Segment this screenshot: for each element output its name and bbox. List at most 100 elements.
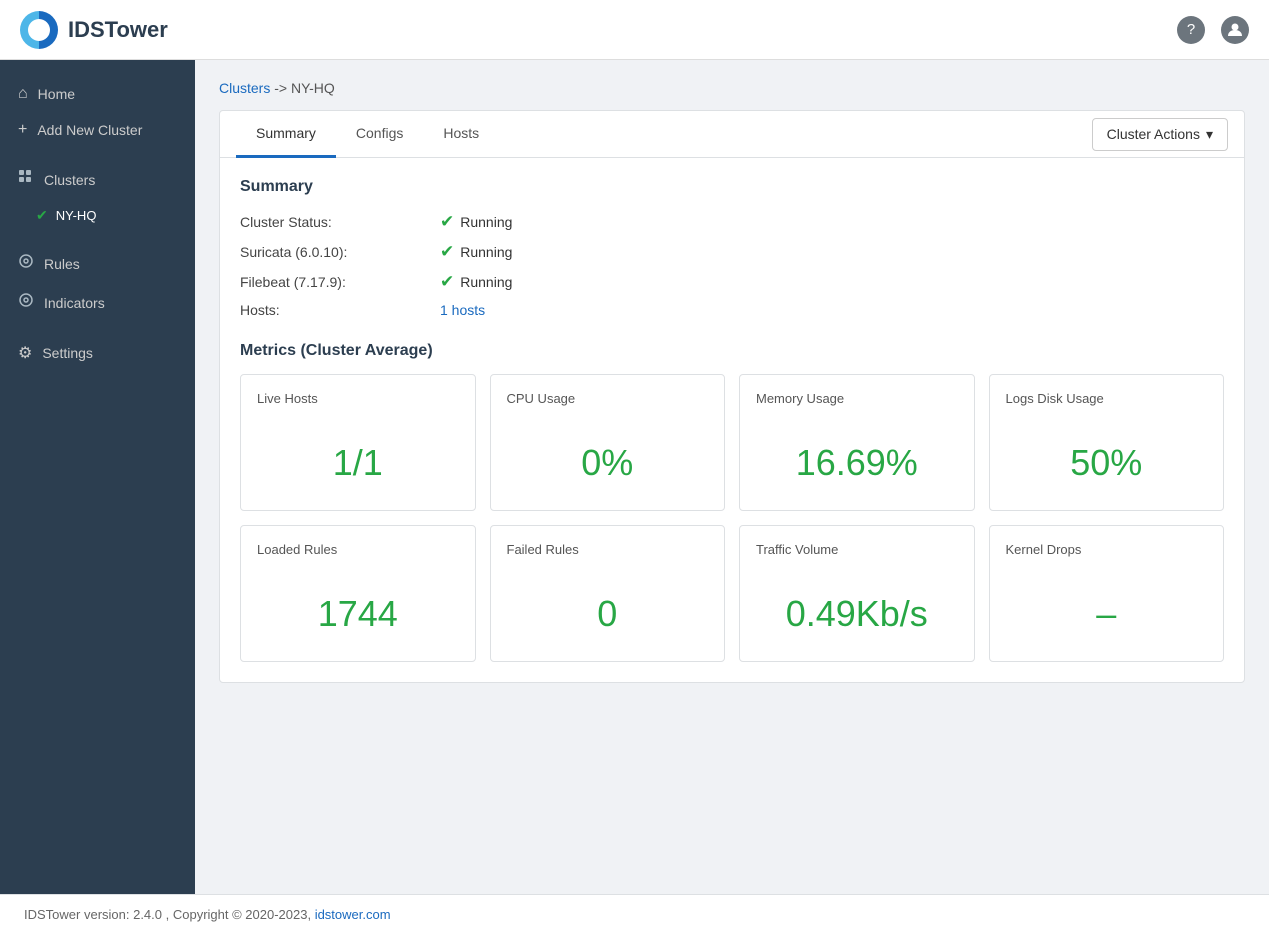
metric-card-failed-rules: Failed Rules 0 — [490, 525, 726, 662]
rules-label: Rules — [44, 256, 80, 272]
logo-inner — [28, 19, 50, 41]
loaded-rules-label: Loaded Rules — [257, 542, 459, 557]
metric-card-cpu-usage: CPU Usage 0% — [490, 374, 726, 511]
tab-hosts[interactable]: Hosts — [423, 111, 499, 158]
sidebar-cluster-ny-hq[interactable]: ✔ NY-HQ — [0, 199, 195, 232]
sidebar-item-add-cluster[interactable]: + Add New Cluster — [0, 112, 195, 148]
memory-usage-label: Memory Usage — [756, 391, 958, 406]
metrics-grid-row1: Live Hosts 1/1 CPU Usage 0% Memory Usage… — [240, 374, 1224, 511]
logs-disk-value: 50% — [1006, 426, 1208, 494]
cluster-active-icon: ✔ — [36, 207, 48, 224]
logo-icon — [20, 11, 58, 49]
breadcrumb: Clusters -> NY-HQ — [219, 80, 1245, 96]
tab-summary[interactable]: Summary — [236, 111, 336, 158]
filebeat-status-text: Running — [460, 274, 512, 290]
rules-icon — [18, 253, 34, 274]
cluster-status-icon: ✔ — [440, 212, 454, 232]
add-icon: + — [18, 121, 27, 139]
footer-text: IDSTower version: 2.4.0 , Copyright © 20… — [24, 907, 311, 922]
metrics-grid-row2: Loaded Rules 1744 Failed Rules 0 Traffic… — [240, 525, 1224, 662]
metric-card-loaded-rules: Loaded Rules 1744 — [240, 525, 476, 662]
loaded-rules-value: 1744 — [257, 577, 459, 645]
footer: IDSTower version: 2.4.0 , Copyright © 20… — [0, 894, 1269, 934]
topbar: IDSTower ? — [0, 0, 1269, 60]
cluster-ny-hq-label: NY-HQ — [56, 208, 97, 223]
sidebar: ⌂ Home + Add New Cluster Clusters — [0, 60, 195, 894]
summary-row-filebeat: Filebeat (7.17.9): ✔ Running — [240, 272, 1224, 292]
metrics-title: Metrics (Cluster Average) — [240, 342, 1224, 360]
help-icon[interactable]: ? — [1177, 16, 1205, 44]
sidebar-clusters-header[interactable]: Clusters — [0, 160, 195, 199]
breadcrumb-separator: -> — [274, 80, 291, 96]
live-hosts-label: Live Hosts — [257, 391, 459, 406]
indicators-icon — [18, 292, 34, 313]
metric-card-logs-disk-usage: Logs Disk Usage 50% — [989, 374, 1225, 511]
settings-icon: ⚙ — [18, 343, 32, 363]
sidebar-main-nav: ⌂ Home + Add New Cluster — [0, 70, 195, 154]
summary-section-title: Summary — [240, 178, 1224, 196]
cluster-status-value: ✔ Running — [440, 212, 512, 232]
suricata-label: Suricata (6.0.10): — [240, 244, 440, 260]
metric-card-memory-usage: Memory Usage 16.69% — [739, 374, 975, 511]
main-content: Clusters -> NY-HQ Summary Configs Hosts … — [195, 60, 1269, 894]
metric-card-traffic-volume: Traffic Volume 0.49Kb/s — [739, 525, 975, 662]
sidebar-home-label: Home — [38, 86, 75, 102]
logs-disk-label: Logs Disk Usage — [1006, 391, 1208, 406]
filebeat-value: ✔ Running — [440, 272, 512, 292]
cpu-usage-value: 0% — [507, 426, 709, 494]
summary-row-suricata: Suricata (6.0.10): ✔ Running — [240, 242, 1224, 262]
failed-rules-value: 0 — [507, 577, 709, 645]
cpu-usage-label: CPU Usage — [507, 391, 709, 406]
memory-usage-value: 16.69% — [756, 426, 958, 494]
cluster-actions-dropdown-icon: ▾ — [1206, 126, 1213, 143]
summary-row-cluster-status: Cluster Status: ✔ Running — [240, 212, 1224, 232]
sidebar-rules-section: Rules Indicators — [0, 238, 195, 328]
suricata-status-text: Running — [460, 244, 512, 260]
summary-row-hosts: Hosts: 1 hosts — [240, 302, 1224, 318]
sidebar-settings-section: ⚙ Settings — [0, 328, 195, 378]
breadcrumb-clusters-link[interactable]: Clusters — [219, 80, 270, 96]
sidebar-item-indicators[interactable]: Indicators — [0, 283, 195, 322]
sidebar-clusters-section: Clusters ✔ NY-HQ — [0, 154, 195, 238]
sidebar-add-cluster-label: Add New Cluster — [37, 122, 142, 138]
clusters-icon — [18, 169, 34, 190]
settings-label: Settings — [42, 345, 93, 361]
suricata-value: ✔ Running — [440, 242, 512, 262]
logo: IDSTower — [20, 11, 168, 49]
suricata-status-icon: ✔ — [440, 242, 454, 262]
hosts-label: Hosts: — [240, 302, 440, 318]
cluster-actions-button[interactable]: Cluster Actions ▾ — [1092, 118, 1228, 151]
hosts-link[interactable]: 1 hosts — [440, 302, 485, 318]
cluster-actions-label: Cluster Actions — [1107, 126, 1200, 142]
clusters-label: Clusters — [44, 172, 95, 188]
sidebar-item-rules[interactable]: Rules — [0, 244, 195, 283]
traffic-volume-label: Traffic Volume — [756, 542, 958, 557]
cluster-status-label: Cluster Status: — [240, 214, 440, 230]
filebeat-status-icon: ✔ — [440, 272, 454, 292]
cluster-status-text: Running — [460, 214, 512, 230]
failed-rules-label: Failed Rules — [507, 542, 709, 557]
topbar-actions: ? — [1177, 16, 1249, 44]
traffic-volume-value: 0.49Kb/s — [756, 577, 958, 645]
tabs-bar: Summary Configs Hosts Cluster Actions ▾ — [220, 111, 1244, 158]
content-card: Summary Configs Hosts Cluster Actions ▾ … — [219, 110, 1245, 683]
summary-table: Cluster Status: ✔ Running Suricata (6.0.… — [240, 212, 1224, 318]
metric-card-live-hosts: Live Hosts 1/1 — [240, 374, 476, 511]
filebeat-label: Filebeat (7.17.9): — [240, 274, 440, 290]
live-hosts-value: 1/1 — [257, 426, 459, 494]
kernel-drops-label: Kernel Drops — [1006, 542, 1208, 557]
breadcrumb-current: NY-HQ — [291, 80, 335, 96]
brand-name: IDSTower — [68, 17, 168, 43]
tab-configs[interactable]: Configs — [336, 111, 423, 158]
footer-link[interactable]: idstower.com — [315, 907, 391, 922]
metric-card-kernel-drops: Kernel Drops – — [989, 525, 1225, 662]
hosts-value: 1 hosts — [440, 302, 485, 318]
tabs: Summary Configs Hosts — [236, 111, 499, 157]
sidebar-item-home[interactable]: ⌂ Home — [0, 76, 195, 112]
user-icon[interactable] — [1221, 16, 1249, 44]
tab-content-summary: Summary Cluster Status: ✔ Running Surica… — [220, 158, 1244, 682]
home-icon: ⌂ — [18, 85, 28, 103]
main-layout: ⌂ Home + Add New Cluster Clusters — [0, 60, 1269, 894]
sidebar-item-settings[interactable]: ⚙ Settings — [0, 334, 195, 372]
kernel-drops-value: – — [1006, 577, 1208, 645]
